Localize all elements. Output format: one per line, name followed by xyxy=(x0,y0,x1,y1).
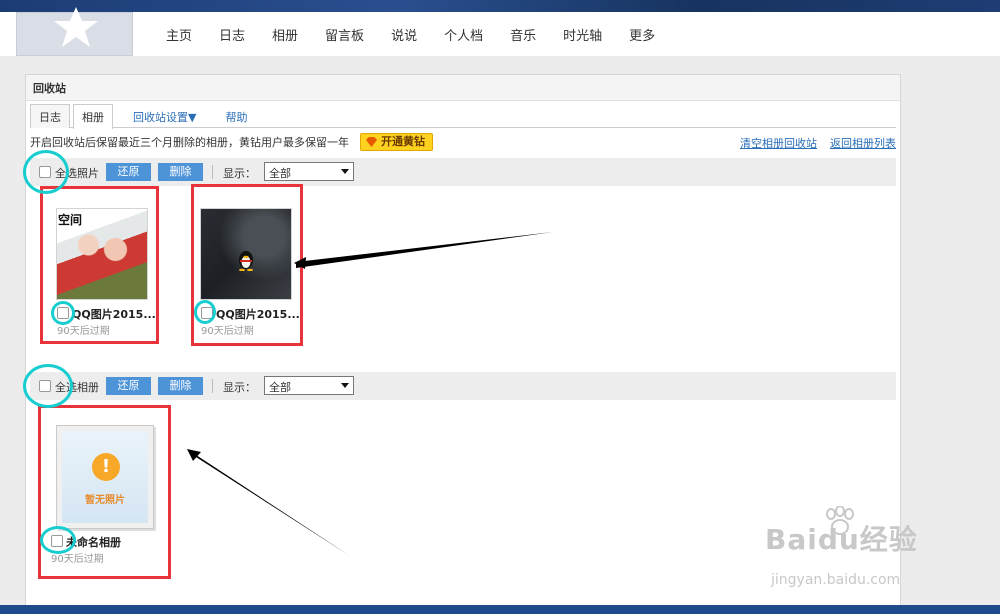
baidu-watermark: Baidu经验 jingyan.baidu.com xyxy=(765,506,918,588)
bottom-bar xyxy=(0,605,1000,614)
paw-logo-icon xyxy=(826,506,854,535)
arrow-icon xyxy=(190,451,350,556)
watermark-url: jingyan.baidu.com xyxy=(771,572,901,588)
arrow-icon xyxy=(296,232,553,268)
arrowhead-icon xyxy=(187,449,201,461)
